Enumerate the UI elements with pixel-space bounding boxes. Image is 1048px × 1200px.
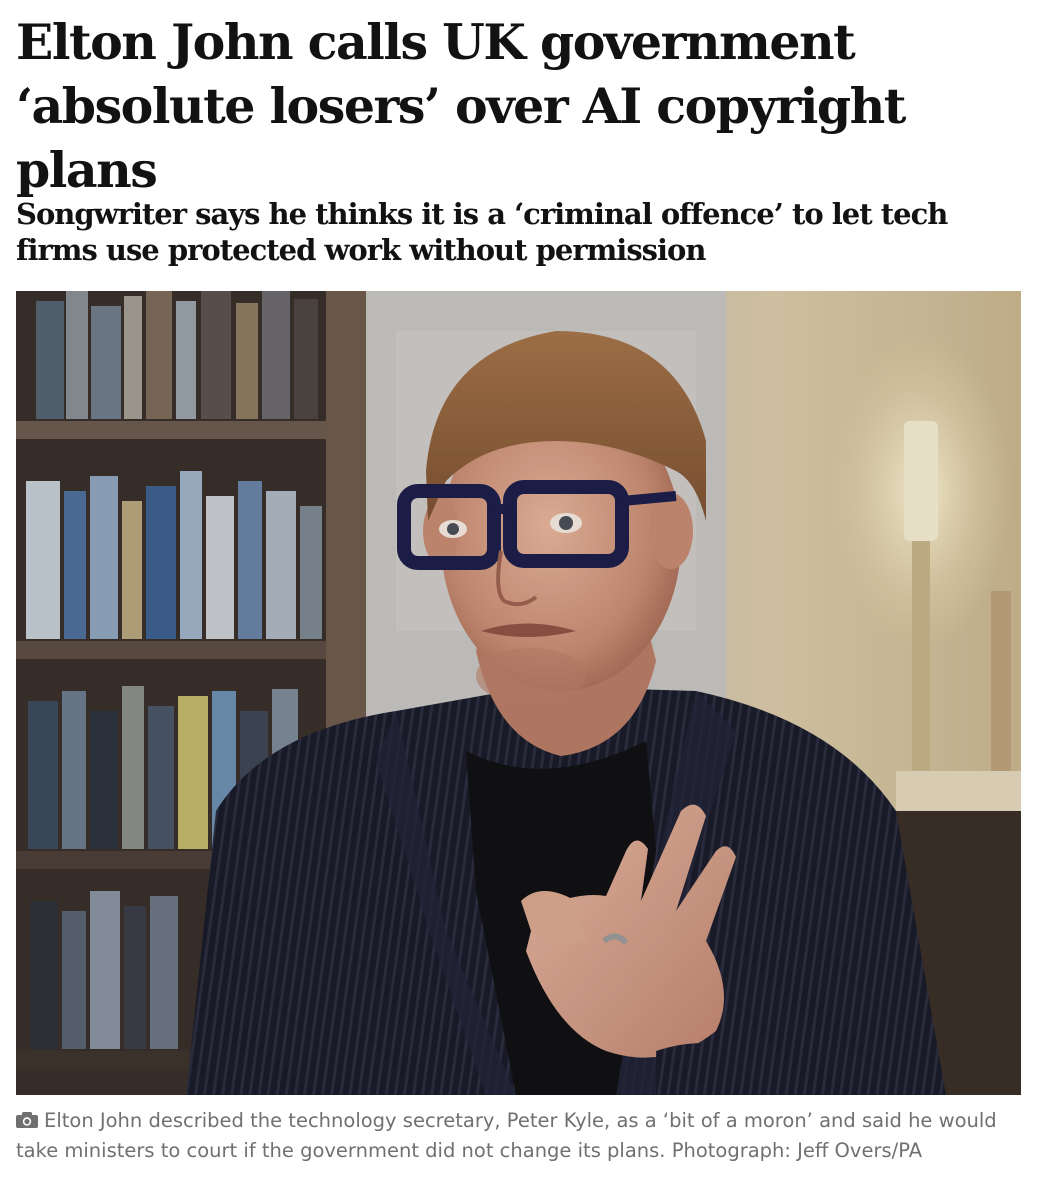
camera-icon [16, 1107, 38, 1128]
article: Elton John calls UK government ‘absolute… [0, 0, 1048, 1200]
photo-caption: Elton John described the technology secr… [16, 1106, 1016, 1166]
caption-text: Elton John described the technology secr… [16, 1109, 997, 1162]
article-standfirst: Songwriter says he thinks it is a ‘crimi… [16, 197, 948, 267]
article-photo [16, 291, 1021, 1095]
article-headline: Elton John calls UK government ‘absolute… [16, 13, 906, 199]
